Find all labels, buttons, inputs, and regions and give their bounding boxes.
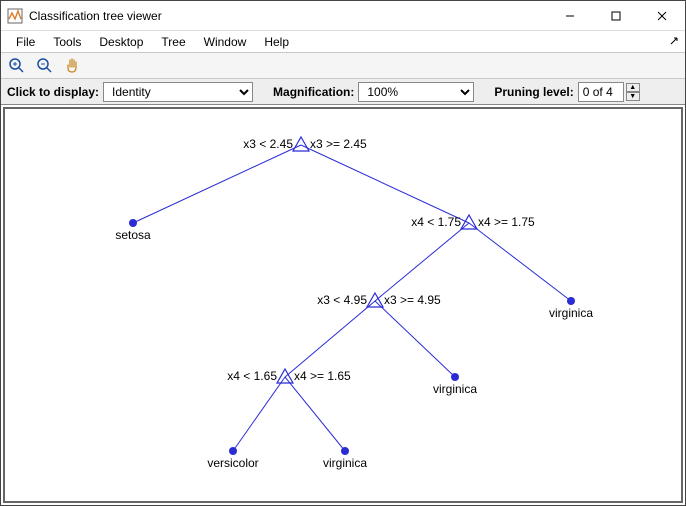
magnification-label: Magnification: — [267, 85, 358, 99]
tree-node-leaf[interactable] — [229, 447, 237, 455]
app-logo-icon — [7, 8, 23, 24]
split-label: x4 >= 1.65 — [294, 369, 351, 383]
pruning-label: Pruning level: — [488, 85, 577, 99]
split-label: x4 < 1.65 — [227, 369, 277, 383]
menu-window[interactable]: Window — [195, 32, 256, 52]
pan-button[interactable] — [63, 56, 83, 76]
maximize-button[interactable] — [593, 1, 639, 31]
leaf-label: setosa — [115, 228, 151, 242]
menu-file[interactable]: File — [7, 32, 44, 52]
menu-tree[interactable]: Tree — [152, 32, 194, 52]
tree-node-split[interactable] — [293, 137, 309, 151]
leaf-label: virginica — [549, 306, 593, 320]
window-title: Classification tree viewer — [29, 9, 547, 23]
menubar: File Tools Desktop Tree Window Help — [1, 31, 685, 53]
leaf-label: virginica — [433, 382, 477, 396]
pruning-step-up[interactable]: ▲ — [626, 83, 640, 92]
zoom-in-button[interactable] — [7, 56, 27, 76]
toolbar — [1, 53, 685, 79]
tree-canvas[interactable]: x3 < 2.45 x3 >= 2.45 setosa x4 < 1.75 x4… — [3, 107, 683, 503]
zoom-out-button[interactable] — [35, 56, 55, 76]
magnification-select[interactable]: 100% — [358, 82, 474, 102]
split-label: x3 >= 2.45 — [310, 137, 367, 151]
tree-node-leaf[interactable] — [567, 297, 575, 305]
close-button[interactable] — [639, 1, 685, 31]
split-label: x3 < 2.45 — [243, 137, 293, 151]
tree-node-split[interactable] — [277, 369, 293, 383]
pruning-step-down[interactable]: ▼ — [626, 92, 640, 101]
tree-node-leaf[interactable] — [341, 447, 349, 455]
split-label: x4 < 1.75 — [411, 215, 461, 229]
control-bar: Click to display: Identity Magnification… — [1, 79, 685, 105]
menu-tools[interactable]: Tools — [44, 32, 90, 52]
split-label: x4 >= 1.75 — [478, 215, 535, 229]
tree-node-split[interactable] — [367, 293, 383, 307]
app-window: Classification tree viewer File Tools De… — [0, 0, 686, 506]
menu-desktop[interactable]: Desktop — [90, 32, 152, 52]
tree-node-leaf[interactable] — [129, 219, 137, 227]
pruning-value: 0 of 4 — [578, 82, 624, 102]
leaf-label: versicolor — [207, 456, 258, 470]
display-label: Click to display: — [1, 85, 103, 99]
minimize-button[interactable] — [547, 1, 593, 31]
titlebar: Classification tree viewer — [1, 1, 685, 31]
pruning-stepper[interactable]: ▲ ▼ — [626, 83, 640, 101]
menu-help[interactable]: Help — [255, 32, 298, 52]
tree-node-leaf[interactable] — [451, 373, 459, 381]
leaf-label: virginica — [323, 456, 367, 470]
undock-button[interactable] — [669, 35, 679, 49]
split-label: x3 < 4.95 — [317, 293, 367, 307]
display-select[interactable]: Identity — [103, 82, 253, 102]
split-label: x3 >= 4.95 — [384, 293, 441, 307]
